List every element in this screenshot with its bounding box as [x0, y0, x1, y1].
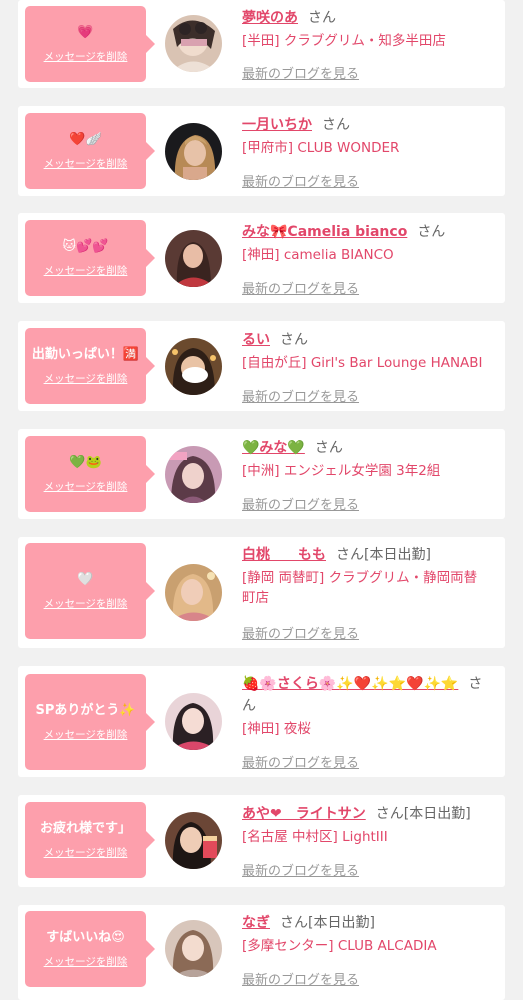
- san-label: さん: [280, 915, 308, 931]
- san-label: さん: [375, 806, 404, 822]
- cast-info: 一月いちか さん [甲府市] CLUB WONDER 最新のブログを見る: [242, 114, 490, 190]
- blog-link[interactable]: 最新のブログを見る: [242, 386, 359, 405]
- message-bubble: SPありがとう✨ メッセージを削除: [25, 674, 155, 770]
- message-bubble: 出勤いっぱい！🈵 メッセージを削除: [25, 328, 155, 404]
- attendance-label: [本日出勤]: [403, 806, 471, 822]
- cast-name-link[interactable]: 💚みな💚: [242, 440, 305, 456]
- cast-name-link[interactable]: 🍓🌸さくら🌸✨❤️✨⭐️❤️✨⭐️: [242, 676, 458, 692]
- delete-message-link[interactable]: メッセージを削除: [44, 727, 128, 742]
- cast-info: るい さん [自由が丘] Girl's Bar Lounge HANABI 最新の…: [242, 329, 490, 405]
- message-bubble: 💚🐸 メッセージを削除: [25, 436, 155, 512]
- blog-link[interactable]: 最新のブログを見る: [242, 494, 359, 513]
- shop-name: [多摩センター] CLUB ALCADIA: [242, 938, 437, 954]
- blog-link[interactable]: 最新のブログを見る: [242, 860, 359, 879]
- avatar[interactable]: [165, 123, 222, 180]
- avatar[interactable]: [165, 564, 222, 621]
- message-bubble: 🐱💕💕 メッセージを削除: [25, 220, 155, 296]
- shop-name: [自由が丘] Girl's Bar Lounge HANABI: [242, 355, 483, 371]
- delete-message-link[interactable]: メッセージを削除: [44, 845, 128, 860]
- avatar[interactable]: [165, 230, 222, 287]
- cast-info: 🍓🌸さくら🌸✨❤️✨⭐️❤️✨⭐️ さん [神田] 夜桜 最新のブログを見る: [242, 673, 490, 771]
- message-text: 💚🐸: [69, 455, 102, 470]
- message-card: お疲れ様です」 メッセージを削除 あや❤︎ ライトサン さん[本日出勤] [名古屋…: [18, 795, 505, 887]
- message-card: ❤️🪽 メッセージを削除 一月いちか さん [甲府市] CLUB WONDER 最…: [18, 106, 505, 196]
- cast-info: 白桃 もも さん[本日出勤] [静岡 両替町] クラブグリム・静岡両替町店 最新の…: [242, 544, 490, 642]
- shop-name: [中洲] エンジェル女学園 3年2組: [242, 463, 441, 479]
- message-text: SPありがとう✨: [35, 703, 136, 718]
- san-label: さん: [322, 117, 350, 133]
- san-label: さん: [308, 10, 336, 26]
- delete-message-link[interactable]: メッセージを削除: [44, 156, 128, 171]
- avatar[interactable]: [165, 812, 222, 869]
- delete-message-link[interactable]: メッセージを削除: [44, 479, 128, 494]
- message-card: 出勤いっぱい！🈵 メッセージを削除 るい さん [自由が丘] Girl's Bar…: [18, 321, 505, 411]
- blog-link[interactable]: 最新のブログを見る: [242, 969, 359, 988]
- san-label: さん: [314, 440, 343, 456]
- cast-info: 夢咲のあ さん [半田] クラブグリム・知多半田店 最新のブログを見る: [242, 7, 490, 82]
- message-text: 🤍: [77, 572, 94, 587]
- shop-name: [半田] クラブグリム・知多半田店: [242, 33, 446, 49]
- message-card: 🤍 メッセージを削除 白桃 もも さん[本日出勤] [静岡 両替町] クラブグリム…: [18, 537, 505, 648]
- message-card: 🐱💕💕 メッセージを削除 みな🎀Camelia bianco さん [神田] ca…: [18, 213, 505, 303]
- delete-message-link[interactable]: メッセージを削除: [44, 49, 128, 64]
- blog-link[interactable]: 最新のブログを見る: [242, 63, 359, 82]
- message-card: SPありがとう✨ メッセージを削除 🍓🌸さくら🌸✨❤️✨⭐️❤️✨⭐️ さん [神…: [18, 666, 505, 777]
- message-bubble: すばいいね😍 メッセージを削除: [25, 911, 155, 987]
- message-list: 💗 メッセージを削除 夢咲のあ さん [半田] クラブグリム・知多半田店 最新のブ…: [0, 0, 523, 1000]
- cast-info: 💚みな💚 さん [中洲] エンジェル女学園 3年2組 最新のブログを見る: [242, 437, 490, 513]
- avatar[interactable]: [165, 338, 222, 395]
- message-text: ❤️🪽: [69, 132, 102, 147]
- message-text: 出勤いっぱい！🈵: [31, 347, 140, 362]
- message-bubble: 💗 メッセージを削除: [25, 6, 155, 82]
- message-bubble: お疲れ様です」 メッセージを削除: [25, 802, 155, 878]
- cast-name-link[interactable]: なぎ: [242, 915, 270, 931]
- shop-name: [神田] camelia BIANCO: [242, 247, 394, 263]
- blog-link[interactable]: 最新のブログを見る: [242, 752, 359, 771]
- message-text: 🐱💕💕: [62, 239, 109, 254]
- blog-link[interactable]: 最新のブログを見る: [242, 278, 359, 297]
- message-text: お疲れ様です」: [39, 821, 131, 836]
- delete-message-link[interactable]: メッセージを削除: [44, 371, 128, 386]
- attendance-label: [本日出勤]: [364, 547, 431, 563]
- message-text: すばいいね😍: [46, 930, 125, 945]
- cast-name-link[interactable]: るい: [242, 332, 270, 348]
- message-bubble: ❤️🪽 メッセージを削除: [25, 113, 155, 189]
- message-card: 💗 メッセージを削除 夢咲のあ さん [半田] クラブグリム・知多半田店 最新のブ…: [18, 0, 505, 88]
- delete-message-link[interactable]: メッセージを削除: [44, 954, 128, 969]
- san-label: さん: [336, 547, 364, 563]
- delete-message-link[interactable]: メッセージを削除: [44, 596, 128, 611]
- cast-info: なぎ さん[本日出勤] [多摩センター] CLUB ALCADIA 最新のブログを…: [242, 912, 490, 988]
- delete-message-link[interactable]: メッセージを削除: [44, 263, 128, 278]
- cast-name-link[interactable]: あや❤︎ ライトサン: [242, 806, 366, 822]
- attendance-label: [本日出勤]: [308, 915, 375, 931]
- shop-name: [静岡 両替町] クラブグリム・静岡両替町店: [242, 570, 478, 606]
- shop-name: [名古屋 中村区] LightIII: [242, 829, 388, 845]
- cast-info: あや❤︎ ライトサン さん[本日出勤] [名古屋 中村区] LightIII 最新…: [242, 803, 490, 879]
- avatar[interactable]: [165, 446, 222, 503]
- blog-link[interactable]: 最新のブログを見る: [242, 171, 359, 190]
- shop-name: [甲府市] CLUB WONDER: [242, 140, 400, 156]
- avatar[interactable]: [165, 920, 222, 977]
- message-card: 💚🐸 メッセージを削除 💚みな💚 さん [中洲] エンジェル女学園 3年2組 最新…: [18, 429, 505, 519]
- cast-name-link[interactable]: みな🎀Camelia bianco: [242, 224, 407, 240]
- cast-info: みな🎀Camelia bianco さん [神田] camelia BIANCO …: [242, 221, 490, 297]
- blog-link[interactable]: 最新のブログを見る: [242, 623, 359, 642]
- cast-name-link[interactable]: 一月いちか: [242, 117, 312, 133]
- message-card: すばいいね😍 メッセージを削除 なぎ さん[本日出勤] [多摩センター] CLUB…: [18, 905, 505, 1000]
- cast-name-link[interactable]: 白桃 もも: [242, 547, 326, 563]
- message-text: 💗: [77, 25, 94, 40]
- shop-name: [神田] 夜桜: [242, 721, 311, 737]
- avatar[interactable]: [165, 693, 222, 750]
- avatar[interactable]: [165, 15, 222, 72]
- san-label: さん: [417, 224, 446, 240]
- cast-name-link[interactable]: 夢咲のあ: [242, 10, 298, 26]
- san-label: さん: [280, 332, 308, 348]
- message-bubble: 🤍 メッセージを削除: [25, 543, 155, 639]
